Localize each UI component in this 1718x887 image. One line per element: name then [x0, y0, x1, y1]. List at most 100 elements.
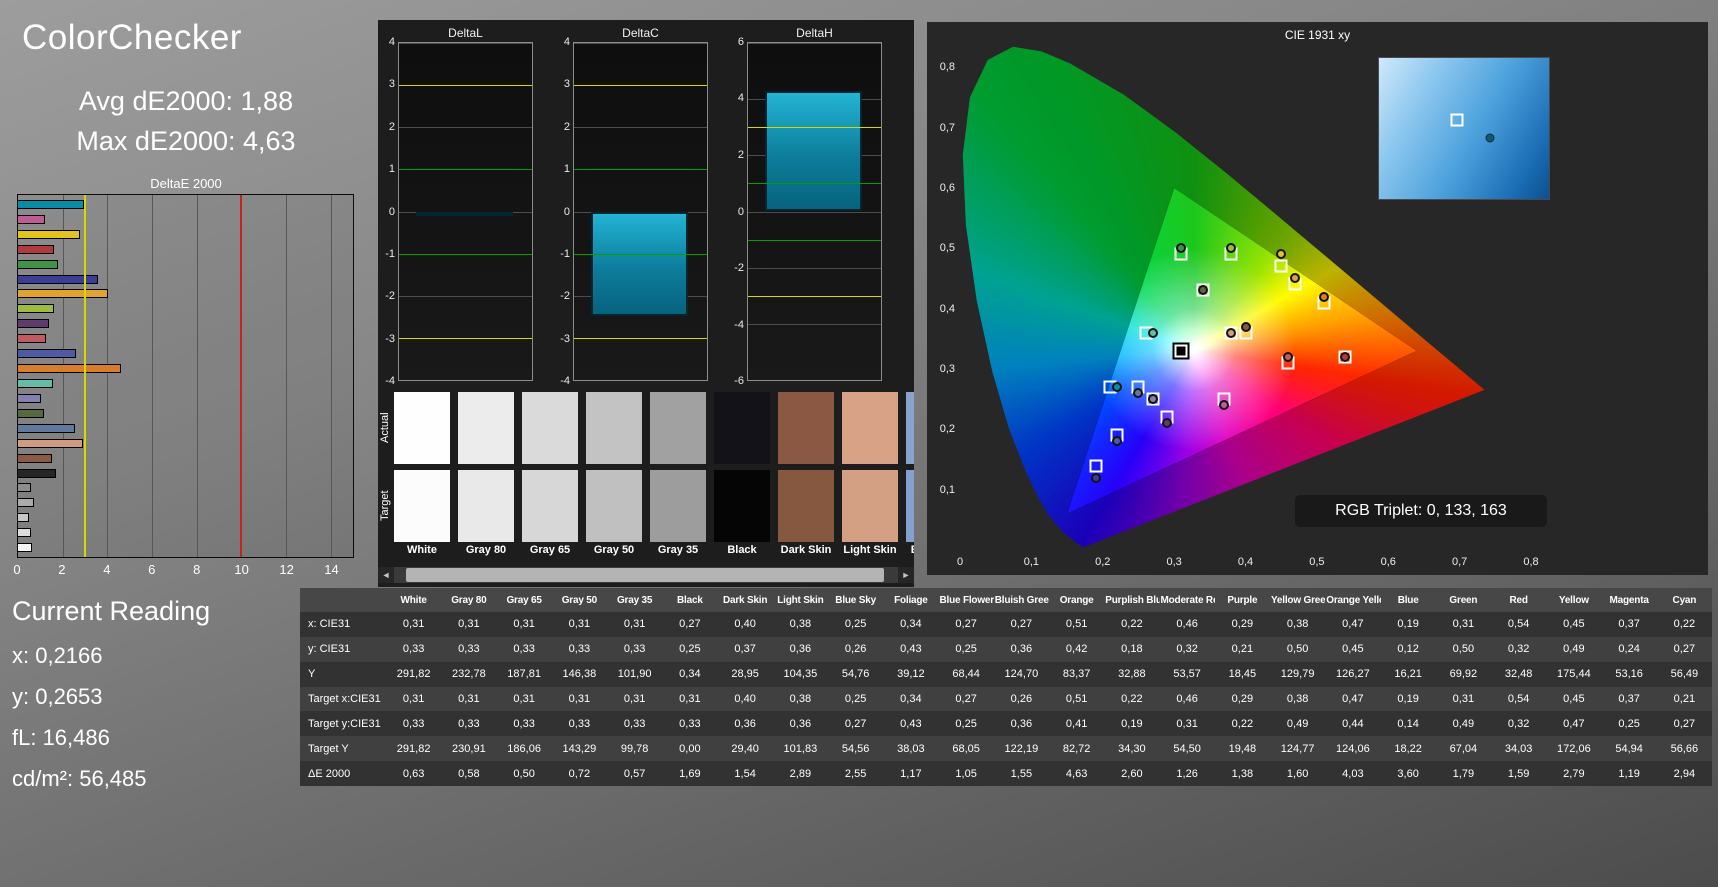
patch-target-gray-65[interactable] [522, 470, 578, 542]
bar-foliage [18, 409, 44, 418]
axis-tick-label: 0 [389, 206, 395, 218]
patch-target-white[interactable] [394, 470, 450, 542]
axis-tick-label: 0 [738, 206, 744, 218]
table-cell: 0,50 [1270, 637, 1325, 662]
table-cell: 54,56 [828, 736, 883, 761]
patch-target-blue-sky[interactable] [906, 470, 914, 542]
reference-line [748, 183, 881, 184]
patch-actual-black[interactable] [714, 392, 770, 464]
column-header: Gray 80 [441, 588, 496, 612]
patch-target-gray-80[interactable] [458, 470, 514, 542]
delta-charts-panel: DeltaL DeltaC DeltaH 43210-1-2-3-4 43210… [378, 20, 914, 587]
bar-row [18, 466, 353, 481]
axis-tick-label: 0,7 [1452, 556, 1467, 568]
patch-actual-gray-65[interactable] [522, 392, 578, 464]
column-header: Moderate Red [1160, 588, 1215, 612]
table-cell: 0,27 [1657, 711, 1712, 736]
axis-tick-label: 0,2 [929, 423, 955, 435]
table-cell: 0,33 [441, 637, 496, 662]
measured-marker [1112, 436, 1122, 446]
bar-row [18, 197, 353, 212]
column-header: Gray 35 [607, 588, 662, 612]
table-cell: 16,21 [1381, 662, 1436, 687]
table-cell: 291,82 [386, 736, 441, 761]
table-cell: 34,30 [1104, 736, 1159, 761]
patch-actual-gray-80[interactable] [458, 392, 514, 464]
patch-label-gray-50: Gray 50 [586, 544, 642, 556]
patch-actual-gray-35[interactable] [650, 392, 706, 464]
deltaC-chart-title: DeltaC [573, 26, 708, 40]
reference-line [399, 169, 532, 170]
reference-line [399, 338, 532, 339]
table-cell: 175,44 [1546, 662, 1601, 687]
table-cell: 0,34 [662, 662, 717, 687]
axis-tick-label: 0,7 [929, 122, 955, 134]
reading-x: x: 0,2166 [12, 635, 210, 676]
reference-line [574, 338, 707, 339]
scroll-left-icon[interactable]: ◄ [378, 567, 394, 583]
table-cell: 0,45 [1325, 637, 1380, 662]
axis-tick-label: -2 [560, 290, 570, 302]
row-label: Target Y [300, 736, 386, 761]
patch-row-label-target: Target [379, 470, 393, 542]
table-cell: 0,31 [1436, 612, 1491, 637]
patch-actual-white[interactable] [394, 392, 450, 464]
patch-target-black[interactable] [714, 470, 770, 542]
patch-target-gray-35[interactable] [650, 470, 706, 542]
deltaC-plot [573, 42, 708, 381]
table-cell: 82,72 [1049, 736, 1104, 761]
table-cell: 0,33 [552, 637, 607, 662]
table-row: ΔE 20000,630,580,500,720,571,691,542,892… [300, 761, 1712, 786]
column-header: Dark Skin [718, 588, 773, 612]
bar-green [18, 260, 58, 269]
selected-patch-marker [1175, 344, 1188, 357]
table-cell: 3,60 [1381, 761, 1436, 786]
bar-purplish-blue [18, 349, 76, 358]
table-cell: 0,36 [718, 711, 773, 736]
column-header: Purplish Blue [1104, 588, 1159, 612]
table-cell: 0,47 [1546, 711, 1601, 736]
table-cell: 0,44 [1325, 711, 1380, 736]
patch-actual-dark-skin[interactable] [778, 392, 834, 464]
row-label: Y [300, 662, 386, 687]
bar-gray-50 [18, 498, 34, 507]
table-cell: 124,77 [1270, 736, 1325, 761]
patch-actual-gray-50[interactable] [586, 392, 642, 464]
table-cell: 1,55 [994, 761, 1049, 786]
bar-row [18, 227, 353, 242]
patch-actual-light-skin[interactable] [842, 392, 898, 464]
scrollbar-thumb[interactable] [406, 568, 884, 582]
scrollbar-track[interactable] [394, 567, 898, 583]
patch-target-gray-50[interactable] [586, 470, 642, 542]
measured-marker [1219, 400, 1229, 410]
patch-actual-blue-sky[interactable] [906, 392, 914, 464]
app-window: ColorChecker Avg dE2000: 1,88 Max dE2000… [0, 0, 1718, 887]
bar-row [18, 257, 353, 272]
bar-magenta [18, 215, 45, 224]
table-cell: 0,31 [386, 687, 441, 712]
bar-row [18, 421, 353, 436]
patch-scrollbar[interactable]: ◄ ► [378, 567, 914, 583]
table-cell: 54,94 [1602, 736, 1657, 761]
patch-target-light-skin[interactable] [842, 470, 898, 542]
table-cell: 0,36 [773, 637, 828, 662]
bar-row [18, 436, 353, 451]
reference-line [84, 195, 86, 557]
bar-row [18, 481, 353, 496]
scroll-right-icon[interactable]: ► [898, 567, 914, 583]
axis-tick-label: 4 [738, 92, 744, 104]
axis-tick-label: 14 [324, 562, 338, 577]
reference-line [399, 85, 532, 86]
table-cell: 0,12 [1381, 637, 1436, 662]
current-reading-title: Current Reading [12, 596, 210, 627]
bar-moderate-red [18, 334, 46, 343]
table-cell: 0,38 [773, 612, 828, 637]
patch-target-dark-skin[interactable] [778, 470, 834, 542]
table-cell: 101,90 [607, 662, 662, 687]
row-label: ΔE 2000 [300, 761, 386, 786]
axis-tick-label: 0 [957, 556, 963, 568]
table-cell: 0,22 [1104, 687, 1159, 712]
inset-target-marker [1451, 114, 1464, 127]
deltae-xticks: 02468101214 [17, 562, 354, 578]
table-cell: 0,47 [1325, 612, 1380, 637]
